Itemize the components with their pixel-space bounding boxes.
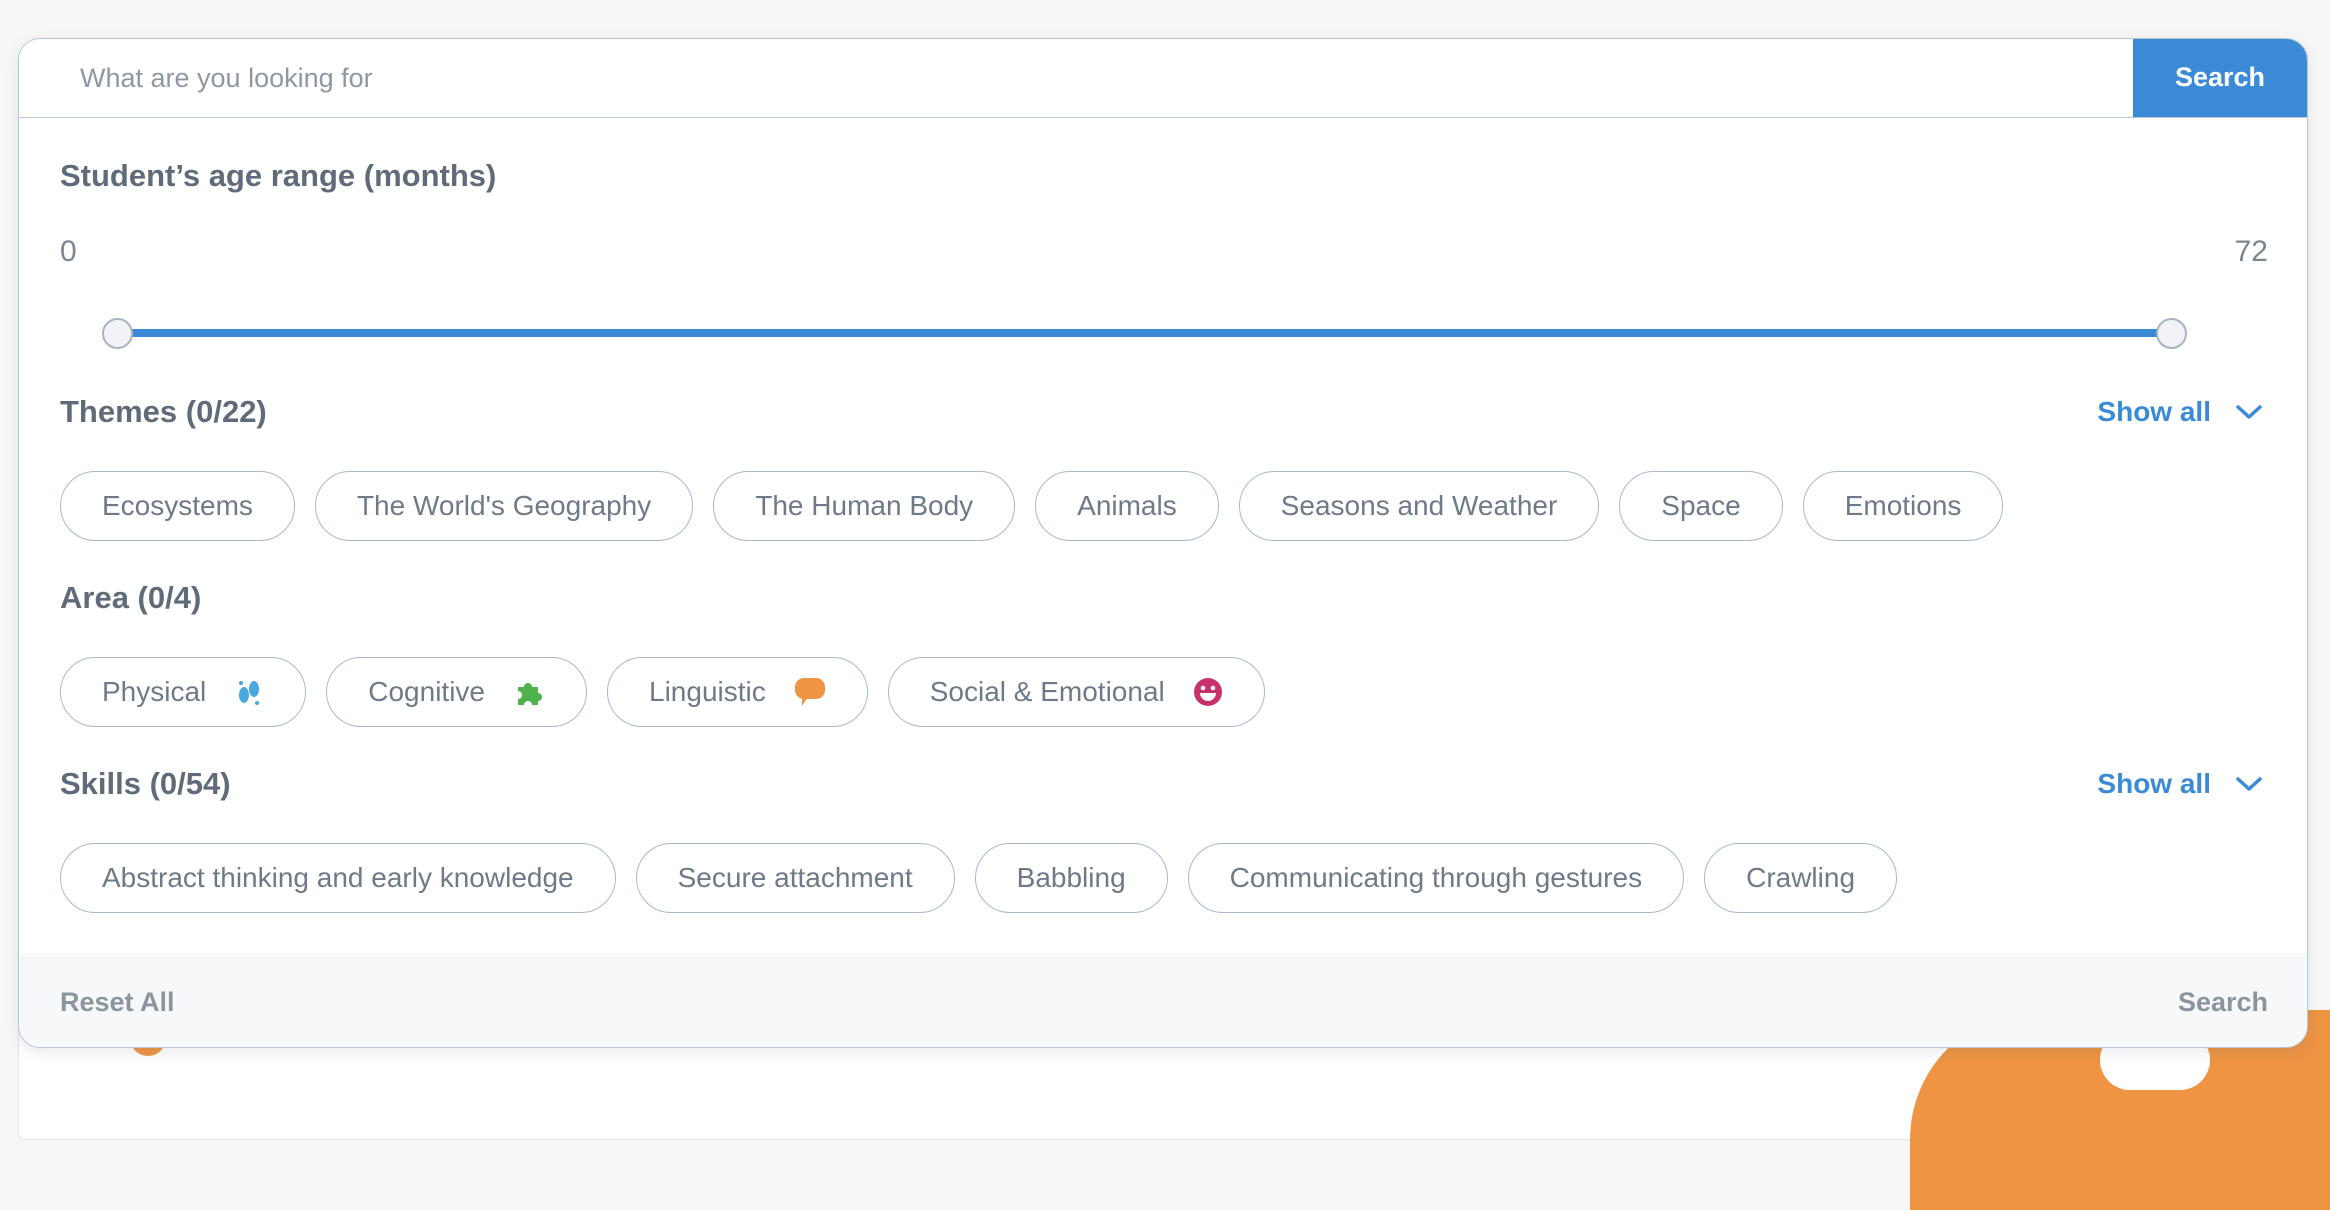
- skill-chip[interactable]: Secure attachment: [635, 843, 955, 913]
- search-filter-panel: Search Student’s age range (months) 0 72…: [18, 38, 2308, 1048]
- skills-chip-list: Abstract thinking and early knowledge Se…: [60, 843, 1898, 913]
- filter-footer: Reset All Search: [19, 953, 2307, 1047]
- puzzle-icon: [518, 683, 542, 705]
- themes-title: Themes (0/22): [60, 394, 267, 429]
- area-chip-list: Physical Cognitive Linguistic Social & E…: [60, 657, 1265, 727]
- theme-chip[interactable]: Emotions: [1802, 471, 2004, 541]
- show-all-label: Show all: [2097, 768, 2211, 799]
- skill-chip[interactable]: Crawling: [1704, 843, 1898, 913]
- area-chip-label: Social & Emotional: [929, 676, 1165, 707]
- theme-chip[interactable]: Space: [1619, 471, 1783, 541]
- chevron-down-icon: [2236, 405, 2262, 419]
- speech-bubble-icon: [794, 678, 825, 706]
- area-chip-social-emotional[interactable]: Social & Emotional: [887, 657, 1265, 727]
- age-range-max-label: 72: [2234, 235, 2268, 268]
- theme-chip[interactable]: Ecosystems: [60, 471, 295, 541]
- area-chip-label: Cognitive: [368, 676, 485, 707]
- themes-chip-list: Ecosystems The World's Geography The Hum…: [60, 471, 2004, 541]
- area-chip-physical[interactable]: Physical: [60, 657, 307, 727]
- area-chip-label: Linguistic: [649, 676, 766, 707]
- search-input[interactable]: [19, 39, 2133, 117]
- smiley-icon: [1193, 678, 1222, 706]
- area-title: Area (0/4): [60, 580, 202, 615]
- themes-show-all-button[interactable]: Show all: [2097, 396, 2263, 428]
- skills-title: Skills (0/54): [60, 766, 231, 801]
- age-range-min-label: 0: [60, 235, 77, 268]
- age-range-title: Student’s age range (months): [60, 158, 497, 193]
- theme-chip[interactable]: The Human Body: [713, 471, 1016, 541]
- age-range-max-handle[interactable]: [2156, 318, 2187, 349]
- theme-chip[interactable]: Seasons and Weather: [1238, 471, 1600, 541]
- age-range-slider-track[interactable]: [117, 329, 2183, 337]
- area-chip-label: Physical: [102, 676, 207, 707]
- area-chip-linguistic[interactable]: Linguistic: [607, 657, 868, 727]
- theme-chip[interactable]: The World's Geography: [314, 471, 694, 541]
- skill-chip[interactable]: Abstract thinking and early knowledge: [60, 843, 616, 913]
- search-button[interactable]: Search: [2133, 39, 2307, 117]
- search-bar: Search: [19, 39, 2307, 118]
- show-all-label: Show all: [2097, 396, 2211, 427]
- chevron-down-icon: [2236, 777, 2262, 791]
- skills-show-all-button[interactable]: Show all: [2097, 768, 2263, 800]
- footer-search-button[interactable]: Search: [2178, 987, 2268, 1018]
- reset-all-button[interactable]: Reset All: [60, 987, 175, 1018]
- area-chip-cognitive[interactable]: Cognitive: [326, 657, 587, 727]
- theme-chip[interactable]: Animals: [1035, 471, 1219, 541]
- skill-chip[interactable]: Babbling: [974, 843, 1168, 913]
- footprints-icon: [239, 681, 260, 705]
- age-range-min-handle[interactable]: [102, 318, 133, 349]
- skill-chip[interactable]: Communicating through gestures: [1187, 843, 1685, 913]
